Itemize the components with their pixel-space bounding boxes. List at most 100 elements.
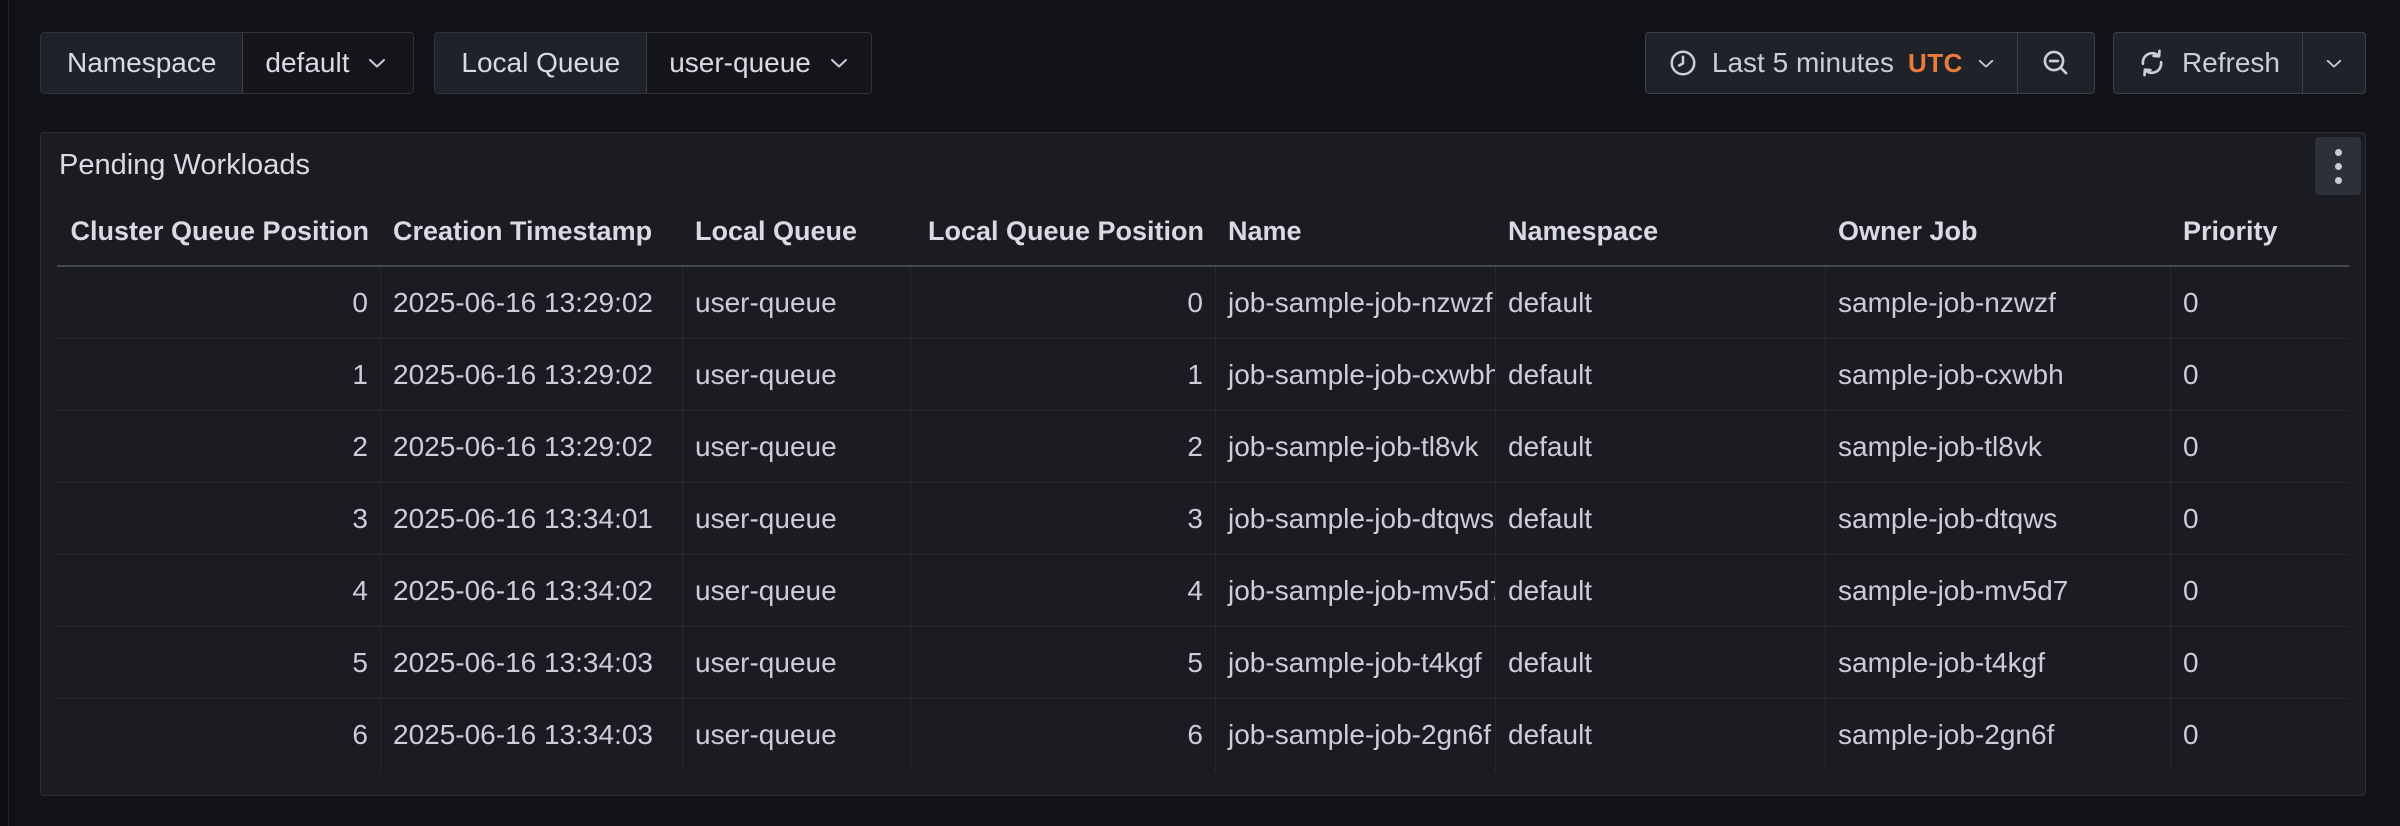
table-cell: 4 <box>911 555 1216 626</box>
table-cell: job-sample-job-nzwzf <box>1216 267 1496 338</box>
panel-menu-button[interactable] <box>2315 137 2361 195</box>
table-body: 02025-06-16 13:29:02user-queue0job-sampl… <box>57 267 2349 771</box>
table-cell: user-queue <box>683 411 911 482</box>
table-cell: sample-job-nzwzf <box>1826 267 2171 338</box>
table-cell: 0 <box>57 267 381 338</box>
table-cell: user-queue <box>683 483 911 554</box>
table-cell: 2025-06-16 13:34:01 <box>381 483 683 554</box>
pending-workloads-panel: Pending Workloads Cluster Queue Position… <box>40 132 2366 796</box>
table-cell: 0 <box>2171 267 2351 338</box>
table-cell: job-sample-job-dtqws <box>1216 483 1496 554</box>
table-cell: sample-job-dtqws <box>1826 483 2171 554</box>
column-header-priority[interactable]: Priority <box>2171 216 2351 247</box>
table-cell: default <box>1496 555 1826 626</box>
table-cell: sample-job-tl8vk <box>1826 411 2171 482</box>
table-row: 22025-06-16 13:29:02user-queue2job-sampl… <box>57 411 2349 483</box>
table-cell: sample-job-2gn6f <box>1826 699 2171 771</box>
table-cell: 5 <box>911 627 1216 698</box>
table-row: 32025-06-16 13:34:01user-queue3job-sampl… <box>57 483 2349 555</box>
table-cell: job-sample-job-t4kgf <box>1216 627 1496 698</box>
table-cell: 1 <box>57 339 381 410</box>
filter-namespace-label: Namespace <box>41 33 243 93</box>
table-cell: 4 <box>57 555 381 626</box>
timezone-label: UTC <box>1908 48 1963 79</box>
table-cell: 2025-06-16 13:34:02 <box>381 555 683 626</box>
table-cell: job-sample-job-2gn6f <box>1216 699 1496 771</box>
table-cell: 6 <box>57 699 381 771</box>
table-cell: user-queue <box>683 627 911 698</box>
filter-namespace-value: default <box>265 47 349 79</box>
panel-title: Pending Workloads <box>59 149 310 182</box>
time-range-label: Last 5 minutes <box>1712 47 1894 79</box>
time-range-picker-button[interactable]: Last 5 minutes UTC <box>1646 33 2017 93</box>
table-cell: job-sample-job-tl8vk <box>1216 411 1496 482</box>
panel-header: Pending Workloads <box>41 133 2365 197</box>
column-header-owner-job[interactable]: Owner Job <box>1826 216 2171 247</box>
table-cell: sample-job-t4kgf <box>1826 627 2171 698</box>
refresh-icon <box>2136 47 2168 79</box>
magnifier-minus-icon <box>2040 47 2072 79</box>
table-cell: 2025-06-16 13:34:03 <box>381 699 683 771</box>
chevron-down-icon <box>367 57 387 69</box>
table-cell: 2025-06-16 13:29:02 <box>381 267 683 338</box>
variable-filters: Namespace default Local Queue user-queue <box>40 32 872 94</box>
filter-local-queue: Local Queue user-queue <box>434 32 871 94</box>
dashboard-left-edge <box>0 0 9 826</box>
table-cell: 0 <box>911 267 1216 338</box>
table-row: 02025-06-16 13:29:02user-queue0job-sampl… <box>57 267 2349 339</box>
table-cell: 2 <box>911 411 1216 482</box>
refresh-interval-dropdown[interactable] <box>2302 33 2365 93</box>
time-picker-group: Last 5 minutes UTC <box>1645 32 2095 94</box>
time-controls: Last 5 minutes UTC Refresh <box>1645 32 2366 94</box>
table-cell: default <box>1496 411 1826 482</box>
table-cell: 0 <box>2171 483 2351 554</box>
clock-icon <box>1668 48 1698 78</box>
table-cell: default <box>1496 699 1826 771</box>
table-cell: 2 <box>57 411 381 482</box>
chevron-down-icon <box>829 57 849 69</box>
table-cell: 5 <box>57 627 381 698</box>
column-header-local-queue-position[interactable]: Local Queue Position <box>911 216 1216 247</box>
column-header-cluster-queue-position[interactable]: Cluster Queue Position <box>57 216 381 247</box>
dashboard-toolbar: Namespace default Local Queue user-queue… <box>40 32 2366 94</box>
table-row: 42025-06-16 13:34:02user-queue4job-sampl… <box>57 555 2349 627</box>
filter-namespace-select[interactable]: default <box>243 33 413 93</box>
table-row: 52025-06-16 13:34:03user-queue5job-sampl… <box>57 627 2349 699</box>
table-cell: 3 <box>57 483 381 554</box>
column-header-creation-timestamp[interactable]: Creation Timestamp <box>381 216 683 247</box>
table-cell: default <box>1496 267 1826 338</box>
filter-local-queue-value: user-queue <box>669 47 811 79</box>
table-cell: sample-job-mv5d7 <box>1826 555 2171 626</box>
refresh-button[interactable]: Refresh <box>2114 33 2302 93</box>
column-header-name[interactable]: Name <box>1216 216 1496 247</box>
column-header-local-queue[interactable]: Local Queue <box>683 216 911 247</box>
table-cell: 6 <box>911 699 1216 771</box>
filter-local-queue-select[interactable]: user-queue <box>647 33 871 93</box>
table-header-row: Cluster Queue PositionCreation Timestamp… <box>57 197 2349 267</box>
time-zoom-out-button[interactable] <box>2017 33 2094 93</box>
table-cell: user-queue <box>683 555 911 626</box>
table-cell: default <box>1496 627 1826 698</box>
table-cell: 0 <box>2171 699 2351 771</box>
table-cell: default <box>1496 483 1826 554</box>
table-cell: 0 <box>2171 627 2351 698</box>
filter-local-queue-label: Local Queue <box>435 33 647 93</box>
pending-workloads-table: Cluster Queue PositionCreation Timestamp… <box>57 197 2349 771</box>
table-cell: 1 <box>911 339 1216 410</box>
table-cell: default <box>1496 339 1826 410</box>
column-header-namespace[interactable]: Namespace <box>1496 216 1826 247</box>
table-cell: 0 <box>2171 339 2351 410</box>
kebab-vertical-icon <box>2335 149 2342 156</box>
table-cell: user-queue <box>683 339 911 410</box>
table-row: 12025-06-16 13:29:02user-queue1job-sampl… <box>57 339 2349 411</box>
table-cell: 3 <box>911 483 1216 554</box>
table-cell: 2025-06-16 13:29:02 <box>381 411 683 482</box>
refresh-group: Refresh <box>2113 32 2366 94</box>
refresh-label: Refresh <box>2182 47 2280 79</box>
table-row: 62025-06-16 13:34:03user-queue6job-sampl… <box>57 699 2349 771</box>
table-cell: 0 <box>2171 411 2351 482</box>
table-cell: 2025-06-16 13:29:02 <box>381 339 683 410</box>
table-cell: 0 <box>2171 555 2351 626</box>
chevron-down-icon <box>1977 58 1995 69</box>
table-cell: user-queue <box>683 267 911 338</box>
